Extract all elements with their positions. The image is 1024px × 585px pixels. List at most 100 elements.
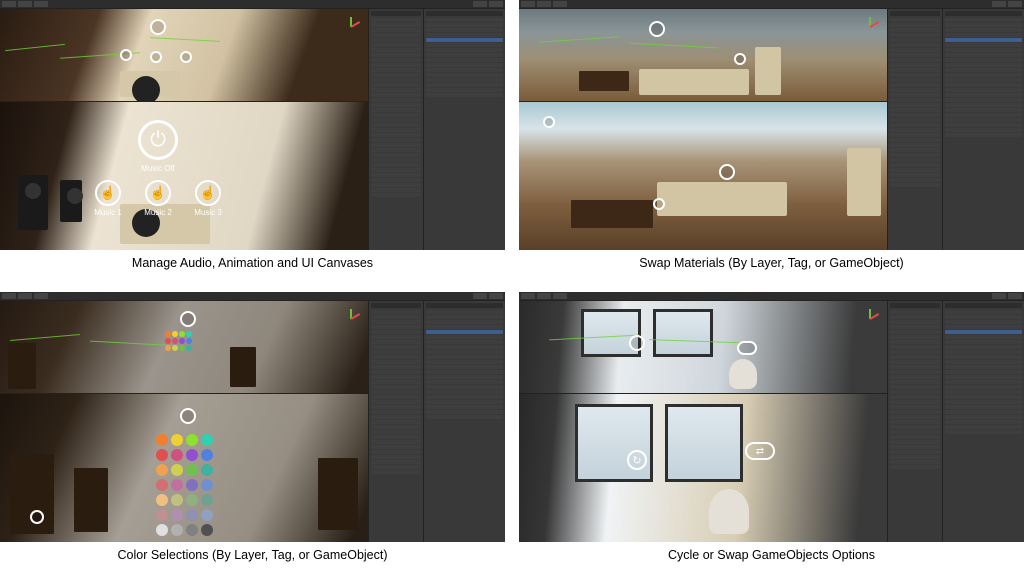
- unity-editor[interactable]: [0, 292, 505, 542]
- color-swatch[interactable]: [186, 449, 198, 461]
- palette-icon[interactable]: [180, 408, 196, 424]
- orientation-gizmo[interactable]: [340, 15, 362, 37]
- editor-toolbar[interactable]: [0, 0, 505, 9]
- inspector-panel[interactable]: [942, 9, 1024, 250]
- power-label: Music Off: [133, 164, 183, 173]
- color-swatch[interactable]: [201, 479, 213, 491]
- caption-audio: Manage Audio, Animation and UI Canvases: [0, 250, 505, 280]
- game-view[interactable]: ↻ ⇄: [519, 394, 887, 542]
- screenshot-grid: ⏻ Music Off ☝ Music 1 ☝ Music 2 ☝ Music …: [0, 0, 1024, 572]
- orientation-gizmo[interactable]: [340, 307, 362, 329]
- hand-icon[interactable]: [180, 51, 192, 63]
- scene-view[interactable]: [0, 9, 368, 101]
- color-swatch[interactable]: [156, 449, 168, 461]
- color-swatch[interactable]: [186, 509, 198, 521]
- unity-editor[interactable]: ⏻ Music Off ☝ Music 1 ☝ Music 2 ☝ Music …: [0, 0, 505, 250]
- orientation-gizmo[interactable]: [859, 15, 881, 37]
- power-icon[interactable]: ⏻: [138, 120, 178, 160]
- game-view[interactable]: [519, 102, 887, 250]
- color-swatch[interactable]: [186, 479, 198, 491]
- hierarchy-panel[interactable]: [368, 9, 423, 250]
- ui-icon[interactable]: [734, 53, 746, 65]
- color-swatch[interactable]: [186, 494, 198, 506]
- cell-audio: ⏻ Music Off ☝ Music 1 ☝ Music 2 ☝ Music …: [0, 0, 505, 280]
- table-prop: [571, 200, 653, 228]
- color-swatch[interactable]: [156, 524, 168, 536]
- color-swatch[interactable]: [201, 524, 213, 536]
- hand-icon[interactable]: [120, 49, 132, 61]
- swap-icon[interactable]: [719, 164, 735, 180]
- hand-icon[interactable]: [150, 51, 162, 63]
- game-view[interactable]: ⏻ Music Off ☝ Music 1 ☝ Music 2 ☝ Music …: [0, 102, 368, 250]
- chair-prop: [709, 489, 749, 534]
- color-swatch[interactable]: [171, 494, 183, 506]
- color-swatch[interactable]: [171, 479, 183, 491]
- inspector-panel[interactable]: [942, 301, 1024, 542]
- swap-icon[interactable]: [737, 341, 757, 355]
- scene-view[interactable]: [0, 301, 368, 393]
- color-swatch[interactable]: [186, 524, 198, 536]
- hierarchy-panel[interactable]: [368, 301, 423, 542]
- color-swatch[interactable]: [201, 494, 213, 506]
- speaker-prop: [18, 175, 48, 230]
- scene-view[interactable]: [519, 301, 887, 393]
- music3-icon[interactable]: ☝: [195, 180, 221, 206]
- game-view[interactable]: [0, 394, 368, 542]
- color-swatch[interactable]: [156, 464, 168, 476]
- swap-icon[interactable]: ⇄: [745, 442, 775, 460]
- editor-toolbar[interactable]: [0, 292, 505, 301]
- couch-prop: [657, 182, 787, 216]
- hierarchy-panel[interactable]: [887, 9, 942, 250]
- chair-prop: [729, 359, 757, 389]
- orientation-gizmo[interactable]: [859, 307, 881, 329]
- turntable-prop: [120, 71, 180, 97]
- power-icon[interactable]: [150, 19, 166, 35]
- editor-toolbar[interactable]: [519, 0, 1024, 9]
- scene-view[interactable]: [519, 9, 887, 101]
- swap-icon[interactable]: [543, 116, 555, 128]
- color-swatch[interactable]: [156, 494, 168, 506]
- viewport-column: ⏻ Music Off ☝ Music 1 ☝ Music 2 ☝ Music …: [0, 9, 368, 250]
- color-swatch[interactable]: [186, 464, 198, 476]
- color-swatch[interactable]: [201, 509, 213, 521]
- color-swatch[interactable]: [186, 434, 198, 446]
- table-prop: [579, 71, 629, 91]
- ui-icon[interactable]: [30, 510, 44, 524]
- unity-editor[interactable]: ↻ ⇄: [519, 292, 1024, 542]
- color-swatch[interactable]: [201, 464, 213, 476]
- window-prop: [575, 404, 653, 482]
- color-swatch[interactable]: [156, 509, 168, 521]
- window-prop: [653, 309, 713, 357]
- door-prop: [318, 458, 358, 530]
- door-prop: [230, 347, 256, 387]
- inspector-panel[interactable]: [423, 9, 505, 250]
- couch-prop: [639, 69, 749, 95]
- color-swatch[interactable]: [156, 479, 168, 491]
- caption-gameobjects: Cycle or Swap GameObjects Options: [519, 542, 1024, 572]
- color-swatch[interactable]: [156, 434, 168, 446]
- music3-label: Music 3: [183, 208, 233, 217]
- cell-materials: Swap Materials (By Layer, Tag, or GameOb…: [519, 0, 1024, 280]
- color-swatch[interactable]: [201, 449, 213, 461]
- color-palette-mini[interactable]: [165, 331, 192, 351]
- color-swatch[interactable]: [201, 434, 213, 446]
- editor-toolbar[interactable]: [519, 292, 1024, 301]
- color-swatch[interactable]: [171, 509, 183, 521]
- color-swatch[interactable]: [171, 449, 183, 461]
- inspector-panel[interactable]: [423, 301, 505, 542]
- color-swatch[interactable]: [171, 464, 183, 476]
- music1-icon[interactable]: ☝: [95, 180, 121, 206]
- color-swatch[interactable]: [171, 524, 183, 536]
- caption-materials: Swap Materials (By Layer, Tag, or GameOb…: [519, 250, 1024, 280]
- cycle-icon[interactable]: [629, 335, 645, 351]
- color-swatch[interactable]: [171, 434, 183, 446]
- speaker-prop: [60, 180, 82, 222]
- unity-editor[interactable]: [519, 0, 1024, 250]
- ui-icon[interactable]: [649, 21, 665, 37]
- color-palette[interactable]: [156, 434, 213, 536]
- music2-label: Music 2: [133, 208, 183, 217]
- palette-icon[interactable]: [180, 311, 196, 327]
- couch-prop: [847, 148, 881, 216]
- music2-icon[interactable]: ☝: [145, 180, 171, 206]
- hierarchy-panel[interactable]: [887, 301, 942, 542]
